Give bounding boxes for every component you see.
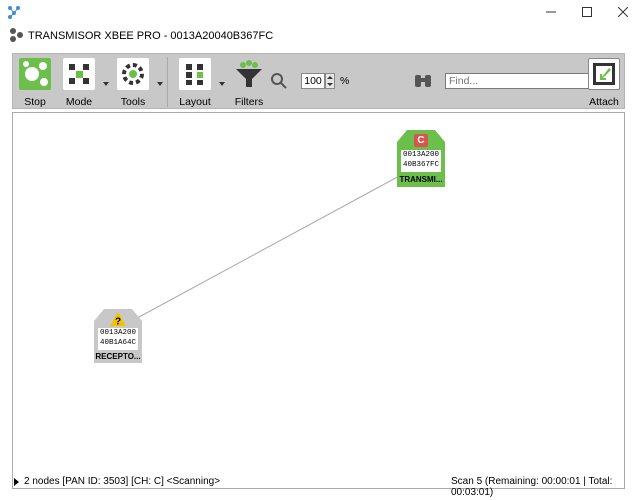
tools-dropdown-caret-icon[interactable] xyxy=(157,82,163,86)
layout-button[interactable]: Layout xyxy=(175,56,215,108)
layout-grid-icon xyxy=(179,58,211,90)
filters-label: Filters xyxy=(234,96,264,108)
toolbar: Stop Mode Tools Layout Filters 100 % Fin… xyxy=(12,53,625,109)
layout-dropdown-caret-icon[interactable] xyxy=(219,82,225,86)
node-address: 0013A200 40B1A64C xyxy=(98,328,138,350)
minimize-icon xyxy=(546,11,556,13)
mode-dropdown-caret-icon[interactable] xyxy=(103,82,109,86)
tools-button[interactable]: Tools xyxy=(113,56,153,108)
stop-button[interactable]: Stop xyxy=(17,56,53,108)
node-unknown[interactable]: ? 0013A200 40B1A64C RECEPTO... xyxy=(94,309,142,367)
unknown-warning-icon: ? xyxy=(110,312,126,326)
filters-button[interactable]: Filters xyxy=(229,56,269,108)
stop-label: Stop xyxy=(24,96,46,108)
attach-button[interactable]: Attach xyxy=(586,56,622,108)
tools-label: Tools xyxy=(120,96,146,108)
mode-grid-icon xyxy=(63,58,95,90)
unknown-badge-text: ? xyxy=(115,317,121,327)
attach-label: Attach xyxy=(589,96,619,108)
expand-arrow-icon[interactable] xyxy=(14,478,20,486)
spin-arrows-icon xyxy=(327,76,333,86)
mode-button[interactable]: Mode xyxy=(59,56,99,108)
coordinator-badge-icon: C xyxy=(414,134,428,147)
node-name: RECEPTO... xyxy=(95,352,141,361)
app-logo-icon xyxy=(8,6,20,19)
device-network-icon xyxy=(10,28,23,42)
node-address-line1: 0013A200 xyxy=(402,151,439,159)
node-address-line2: 40B1A64C xyxy=(99,339,136,347)
maximize-button[interactable] xyxy=(569,0,605,24)
attach-window-icon xyxy=(588,58,620,90)
page-title: TRANSMISOR XBEE PRO - 0013A20040B367FC xyxy=(28,30,274,42)
close-icon xyxy=(618,7,628,17)
connection-line xyxy=(127,173,404,324)
gear-icon xyxy=(117,58,149,90)
node-coordinator[interactable]: C 0013A200 40B367FC TRANSMI... xyxy=(397,130,445,188)
node-name: TRANSMI... xyxy=(399,175,443,184)
status-summary: 2 nodes [PAN ID: 3503] [CH: C] <Scanning… xyxy=(24,476,221,487)
minimize-button[interactable] xyxy=(533,0,569,24)
layout-label: Layout xyxy=(179,96,211,108)
find-input[interactable] xyxy=(445,73,593,89)
zoom-magnifier-icon xyxy=(271,73,287,89)
network-canvas[interactable]: C 0013A200 40B367FC TRANSMI... ? 0013A20… xyxy=(12,112,625,489)
title-bar xyxy=(0,0,637,24)
node-address-line2: 40B367FC xyxy=(402,161,439,169)
network-scan-icon xyxy=(19,58,51,90)
toolbar-divider xyxy=(167,57,168,107)
maximize-icon xyxy=(582,7,592,17)
status-scan-progress: Scan 5 (Remaining: 00:00:01 | Total: 00:… xyxy=(451,476,613,498)
close-button[interactable] xyxy=(605,0,637,24)
node-address-line1: 0013A200 xyxy=(99,329,136,337)
binoculars-icon xyxy=(415,75,431,87)
funnel-icon xyxy=(233,58,265,90)
zoom-input[interactable]: 100 xyxy=(301,73,325,89)
zoom-unit: % xyxy=(340,75,350,87)
zoom-stepper[interactable] xyxy=(325,73,335,89)
mode-label: Mode xyxy=(65,96,93,108)
node-address: 0013A200 40B367FC xyxy=(401,150,441,172)
